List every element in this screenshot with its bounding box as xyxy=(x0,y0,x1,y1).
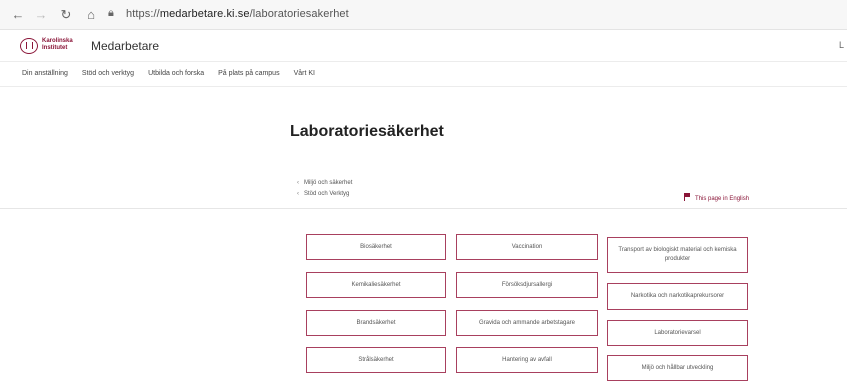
logo-text: Karolinska Institutet xyxy=(42,38,73,51)
site-header: Karolinska Institutet Medarbetare L xyxy=(0,30,847,62)
card-label: Narkotika och narkotikaprekursorer xyxy=(630,293,725,299)
breadcrumb-label: Stöd och Verktyg xyxy=(304,191,350,197)
card-label: Biosäkerhet xyxy=(360,243,392,250)
card-label: Transport av biologiskt material och kem… xyxy=(618,247,737,262)
home-icon[interactable]: ⌂ xyxy=(83,7,99,23)
site-name[interactable]: Medarbetare xyxy=(91,39,159,53)
card-label: Miljö och hållbar utveckling xyxy=(641,364,714,371)
address-bar[interactable]: 🔒︎ https://medarbetare.ki.se/laboratorie… xyxy=(108,6,838,24)
main-navigation: Din anställning Stöd och verktyg Utbilda… xyxy=(0,63,847,87)
card-label: Strålsäkerhet xyxy=(358,356,394,363)
card-biosakerhet[interactable]: Biosäkerhet xyxy=(306,234,446,260)
breadcrumb-link[interactable]: ‹ Stöd och Verktyg xyxy=(297,189,352,200)
breadcrumb-label: Miljö och säkerhet xyxy=(304,180,353,186)
card-vaccination[interactable]: Vaccination xyxy=(456,234,598,260)
card-label: Försöksdjursallergi xyxy=(501,281,553,288)
back-arrow-icon[interactable]: ← xyxy=(10,7,26,23)
card-label: Gravida och ammande arbetstagare xyxy=(478,319,576,326)
card-label: Brandsäkerhet xyxy=(356,319,396,326)
card-narkotika[interactable]: Narkotika och narkotikaprekursorer xyxy=(607,283,748,310)
english-page-link[interactable]: This page in English xyxy=(684,193,749,202)
english-link-label: This page in English xyxy=(695,196,750,202)
ki-seal-icon xyxy=(20,38,38,54)
nav-item-utbilda-och-forska[interactable]: Utbilda och forska xyxy=(148,70,204,77)
menu-icon[interactable]: L xyxy=(839,40,844,50)
nav-item-stod-och-verktyg[interactable]: Stöd och verktyg xyxy=(82,70,134,77)
divider xyxy=(0,208,847,209)
lock-icon: 🔒︎ xyxy=(108,7,114,19)
nav-item-vart-ki[interactable]: Vårt KI xyxy=(294,70,315,77)
nav-item-anstallning[interactable]: Din anställning xyxy=(22,70,68,77)
url-text: https://medarbetare.ki.se/laboratoriesak… xyxy=(126,8,349,20)
card-kemikaliesakerhet[interactable]: Kemikaliesäkerhet xyxy=(306,272,446,298)
nav-item-campus[interactable]: På plats på campus xyxy=(218,70,279,77)
card-label: Laboratorievarsel xyxy=(654,329,701,336)
flag-icon xyxy=(684,193,690,201)
card-label: Vaccination xyxy=(511,243,543,250)
card-miljo-hallbar[interactable]: Miljö och hållbar utveckling xyxy=(607,355,748,381)
breadcrumb-link[interactable]: ‹ Miljö och säkerhet xyxy=(297,178,352,189)
browser-toolbar: ← → ↻ ⌂ 🔒︎ https://medarbetare.ki.se/lab… xyxy=(0,0,847,30)
card-transport[interactable]: Transport av biologiskt material och kem… xyxy=(607,237,748,273)
card-laboratorievarsel[interactable]: Laboratorievarsel xyxy=(607,320,748,346)
card-stralsakerhet[interactable]: Strålsäkerhet xyxy=(306,347,446,373)
card-brandsakerhet[interactable]: Brandsäkerhet xyxy=(306,310,446,336)
card-label: Kemikaliesäkerhet xyxy=(351,281,401,288)
ki-logo[interactable]: Karolinska Institutet xyxy=(20,38,78,54)
forward-arrow-icon[interactable]: → xyxy=(33,7,49,23)
card-label: Hantering av avfall xyxy=(502,356,552,363)
card-forsoksdjursallergi[interactable]: Försöksdjursallergi xyxy=(456,272,598,298)
page-title: Laboratoriesäkerhet xyxy=(290,123,444,140)
refresh-icon[interactable]: ↻ xyxy=(58,7,74,23)
card-hantering-avfall[interactable]: Hantering av avfall xyxy=(456,347,598,373)
card-gravida[interactable]: Gravida och ammande arbetstagare xyxy=(456,310,598,336)
chevron-left-icon: ‹ xyxy=(297,191,299,197)
chevron-left-icon: ‹ xyxy=(297,180,299,186)
breadcrumb: ‹ Miljö och säkerhet ‹ Stöd och Verktyg xyxy=(297,178,352,200)
